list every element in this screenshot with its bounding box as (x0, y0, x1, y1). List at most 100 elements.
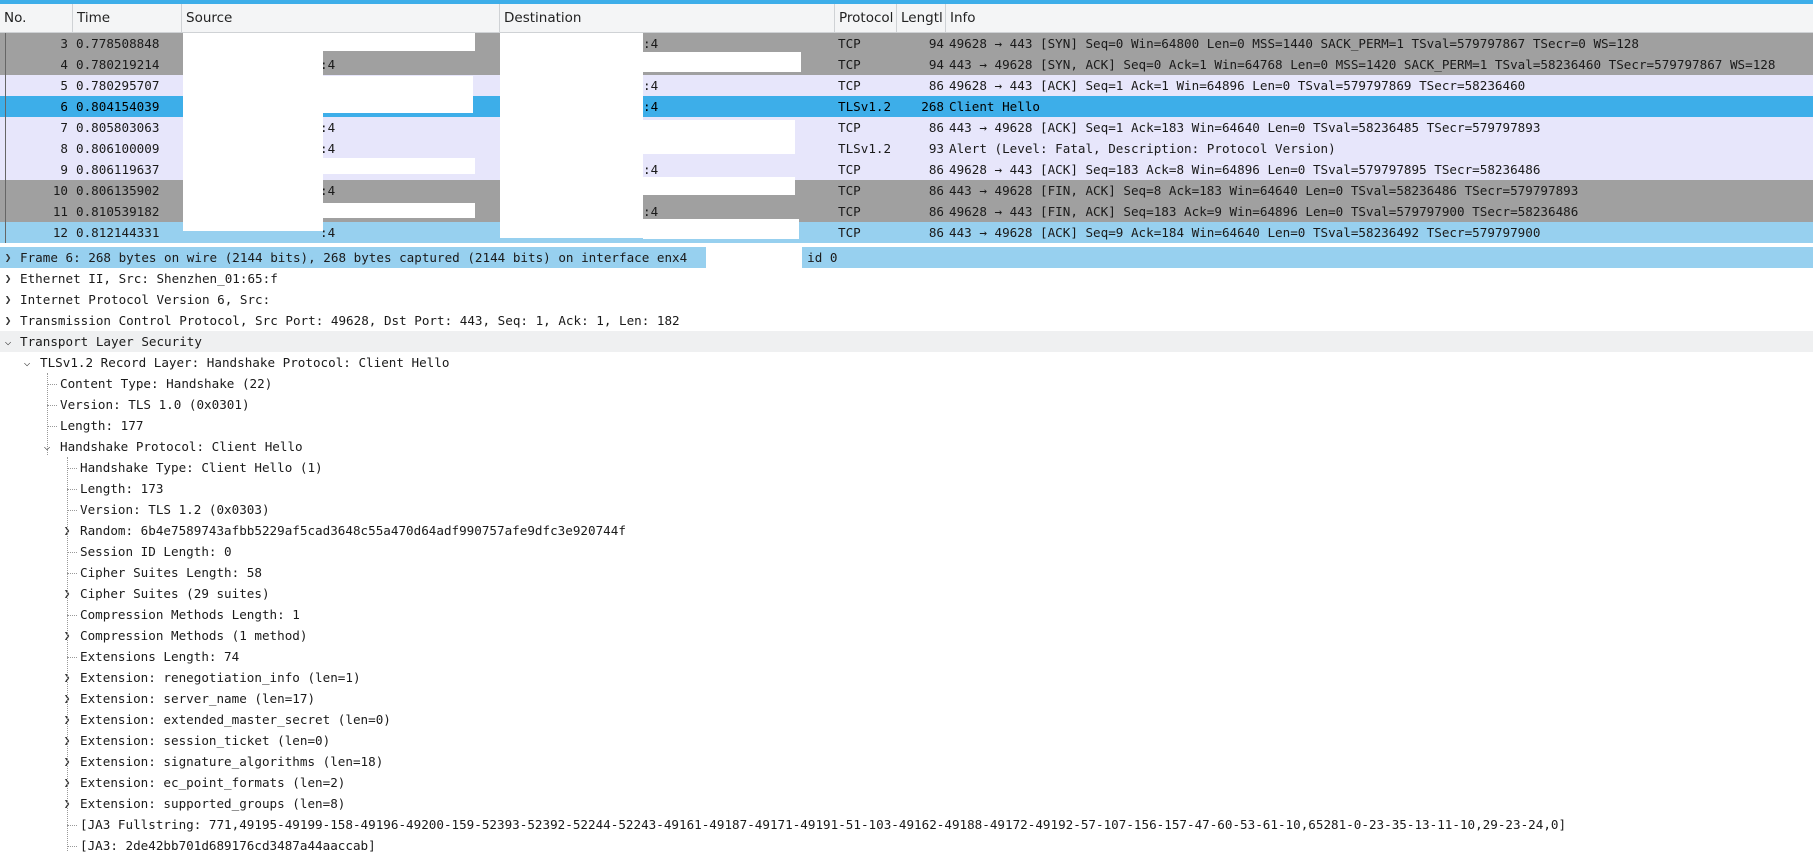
tree-guide (67, 657, 77, 658)
packet-info: 49628 → 443 [ACK] Seq=183 Ack=8 Win=6489… (949, 162, 1541, 177)
column-header-destination[interactable]: Destination (500, 4, 835, 32)
tree-item-ext-sig-algs[interactable]: ❯ Extension: signature_algorithms (len=1… (0, 751, 1813, 772)
packet-info: 443 → 49628 [FIN, ACK] Seq=8 Ack=183 Win… (949, 183, 1579, 198)
tree-item-compression-methods[interactable]: ❯ Compression Methods (1 method) (0, 625, 1813, 646)
tree-item-handshake-protocol[interactable]: ⌵ Handshake Protocol: Client Hello (0, 436, 1813, 457)
packet-time: 0.778508848 (76, 36, 160, 51)
tree-item-label: Extension: server_name (len=17) (80, 691, 316, 706)
column-header-info[interactable]: Info (946, 4, 1813, 32)
packet-time: 0.810539182 (76, 204, 160, 219)
redacted-area (643, 52, 801, 72)
tree-item-compression-length[interactable]: Compression Methods Length: 1 (0, 604, 1813, 625)
tree-item-ext-ems[interactable]: ❯ Extension: extended_master_secret (len… (0, 709, 1813, 730)
tree-item-label: Internet Protocol Version 6, Src: (20, 292, 271, 307)
packet-source: :4 (320, 225, 336, 240)
packet-length: 86 (928, 183, 944, 198)
column-header-time[interactable]: Time (73, 4, 182, 32)
tree-guide (67, 552, 77, 553)
packet-info: 443 → 49628 [ACK] Seq=1 Ack=183 Win=6464… (949, 120, 1541, 135)
chevron-down-icon[interactable]: ⌵ (21, 352, 33, 373)
packet-source: :4 (320, 57, 336, 72)
packet-info: 443 → 49628 [SYN, ACK] Seq=0 Ack=1 Win=6… (949, 57, 1776, 72)
chevron-down-icon[interactable]: ⌵ (2, 331, 14, 352)
conversation-bracket (5, 33, 16, 243)
packet-details-tree: ❯ Frame 6: 268 bytes on wire (2144 bits)… (0, 247, 1813, 856)
tree-guide (47, 405, 57, 406)
packet-source: :4 (320, 120, 336, 135)
packet-length: 94 (928, 36, 944, 51)
tree-item-version[interactable]: Version: TLS 1.0 (0x0301) (0, 394, 1813, 415)
packet-protocol: TCP (838, 162, 861, 177)
tree-item-ja3-fullstring[interactable]: [JA3 Fullstring: 771,49195-49199-158-491… (0, 814, 1813, 835)
chevron-right-icon[interactable]: ❯ (2, 268, 14, 289)
tree-item-ext-ec-point[interactable]: ❯ Extension: ec_point_formats (len=2) (0, 772, 1813, 793)
chevron-right-icon[interactable]: ❯ (2, 289, 14, 310)
tree-item-content-type[interactable]: Content Type: Handshake (22) (0, 373, 1813, 394)
tree-item-label: Extension: ec_point_formats (len=2) (80, 775, 346, 790)
packet-length: 93 (928, 141, 944, 156)
tree-item-random[interactable]: ❯ Random: 6b4e7589743afbb5229af5cad3648c… (0, 520, 1813, 541)
tree-item-label: Extension: signature_algorithms (len=18) (80, 754, 384, 769)
redacted-area (323, 203, 475, 218)
tree-item-cipher-suites-length[interactable]: Cipher Suites Length: 58 (0, 562, 1813, 583)
packet-time: 0.806100009 (76, 141, 160, 156)
packet-protocol: TCP (838, 78, 861, 93)
tree-item-ext-renegotiation[interactable]: ❯ Extension: renegotiation_info (len=1) (0, 667, 1813, 688)
tree-guide (67, 615, 77, 616)
tree-item-label: [JA3: 2de42bb701d689176cd3487a44aaccab] (80, 838, 376, 853)
tree-item-label: Extension: renegotiation_info (len=1) (80, 670, 361, 685)
packet-length: 86 (928, 204, 944, 219)
tree-item-label: Compression Methods Length: 1 (80, 607, 300, 622)
tree-guide (67, 825, 77, 826)
tree-item-ext-session-ticket[interactable]: ❯ Extension: session_ticket (len=0) (0, 730, 1813, 751)
redacted-area (323, 33, 475, 51)
packet-protocol: TCP (838, 183, 861, 198)
tree-item-hs-version[interactable]: Version: TLS 1.2 (0x0303) (0, 499, 1813, 520)
tree-item-session-id-length[interactable]: Session ID Length: 0 (0, 541, 1813, 562)
packet-time: 0.804154039 (76, 99, 160, 114)
chevron-right-icon[interactable]: ❯ (2, 310, 14, 331)
column-header-protocol[interactable]: Protocol (835, 4, 897, 32)
tree-item-label: Cipher Suites (29 suites) (80, 586, 270, 601)
packet-info: 49628 → 443 [ACK] Seq=1 Ack=1 Win=64896 … (949, 78, 1526, 93)
tree-item-cipher-suites[interactable]: ❯ Cipher Suites (29 suites) (0, 583, 1813, 604)
packet-protocol: TCP (838, 36, 861, 51)
redacted-source-block (183, 33, 323, 231)
tree-item-tls[interactable]: ⌵ Transport Layer Security (0, 331, 1813, 352)
packet-info: Client Hello (949, 99, 1040, 114)
tree-guide (67, 489, 77, 490)
tree-item-extensions-length[interactable]: Extensions Length: 74 (0, 646, 1813, 667)
tree-item-ext-server-name[interactable]: ❯ Extension: server_name (len=17) (0, 688, 1813, 709)
packet-info: 49628 → 443 [SYN] Seq=0 Win=64800 Len=0 … (949, 36, 1639, 51)
packet-info: 443 → 49628 [ACK] Seq=9 Ack=184 Win=6464… (949, 225, 1541, 240)
tree-item-tcp[interactable]: ❯ Transmission Control Protocol, Src Por… (0, 310, 1813, 331)
column-header-source[interactable]: Source (182, 4, 500, 32)
packet-destination: :4 (643, 99, 659, 114)
packet-length: 94 (928, 57, 944, 72)
tree-item-record-layer[interactable]: ⌵ TLSv1.2 Record Layer: Handshake Protoc… (0, 352, 1813, 373)
tree-item-ipv6[interactable]: ❯ Internet Protocol Version 6, Src: (0, 289, 1813, 310)
chevron-right-icon[interactable]: ❯ (2, 247, 14, 268)
column-header-length[interactable]: Lengtl (897, 4, 946, 32)
tree-item-label: Extension: supported_groups (len=8) (80, 796, 346, 811)
tree-item-label: Cipher Suites Length: 58 (80, 565, 262, 580)
tree-guide (67, 573, 77, 574)
tree-item-label: Random: 6b4e7589743afbb5229af5cad3648c55… (80, 523, 626, 538)
tree-item-label: Compression Methods (1 method) (80, 628, 308, 643)
tree-item-hs-length[interactable]: Length: 173 (0, 478, 1813, 499)
redacted-area (643, 219, 799, 239)
tree-item-ethernet[interactable]: ❯ Ethernet II, Src: Shenzhen_01:65:f (0, 268, 1813, 289)
packet-source: :4 (320, 183, 336, 198)
packet-time: 0.805803063 (76, 120, 160, 135)
tree-item-ext-groups[interactable]: ❯ Extension: supported_groups (len=8) (0, 793, 1813, 814)
tree-item-ja3[interactable]: [JA3: 2de42bb701d689176cd3487a44aaccab] (0, 835, 1813, 856)
tree-item-handshake-type[interactable]: Handshake Type: Client Hello (1) (0, 457, 1813, 478)
tree-item-label: [JA3 Fullstring: 771,49195-49199-158-491… (80, 817, 1567, 832)
tree-guide (67, 468, 77, 469)
redacted-area (283, 268, 801, 312)
tree-item-frame[interactable]: ❯ Frame 6: 268 bytes on wire (2144 bits)… (0, 247, 1813, 268)
tree-item-label: Session ID Length: 0 (80, 544, 232, 559)
packet-length: 86 (928, 120, 944, 135)
column-header-no[interactable]: No. (0, 4, 73, 32)
tree-item-length[interactable]: Length: 177 (0, 415, 1813, 436)
